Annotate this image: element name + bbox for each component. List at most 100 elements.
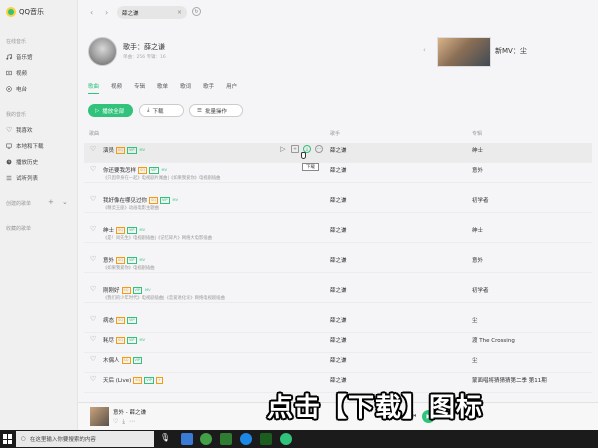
forward-arrow-icon[interactable]: › <box>105 8 108 17</box>
heart-icon[interactable]: ♡ <box>90 316 97 323</box>
browser-icon[interactable] <box>200 433 212 445</box>
heart-icon[interactable]: ♡ <box>90 226 97 233</box>
mv-thumbnail[interactable] <box>437 37 491 67</box>
song-album[interactable]: 绅士 <box>472 146 483 154</box>
tab-lyrics[interactable]: 歌词 <box>180 82 191 94</box>
tab-singers[interactable]: 歌手 <box>203 82 214 94</box>
table-row[interactable]: ♡ 病态 SQ VIP 薛之谦 尘 <box>84 313 592 333</box>
tab-playlists[interactable]: 歌单 <box>157 82 168 94</box>
song-artist[interactable]: 薛之谦 <box>330 256 347 264</box>
song-artist[interactable]: 薛之谦 <box>330 336 347 344</box>
song-title[interactable]: 刚刚好 SQ VIP MV <box>103 286 151 294</box>
heart-icon[interactable]: ♡ <box>113 418 118 426</box>
download-icon[interactable]: ⤓ <box>122 418 125 426</box>
heart-icon[interactable]: ♡ <box>90 166 97 173</box>
song-artist[interactable]: 薛之谦 <box>330 166 347 174</box>
qq-icon[interactable] <box>240 433 252 445</box>
chevron-left-icon[interactable]: ‹ <box>423 46 426 54</box>
song-album[interactable]: 意外 <box>472 256 483 264</box>
sidebar-item-video[interactable]: 视频 <box>6 68 72 78</box>
column-header-song[interactable]: 歌曲 <box>89 130 99 137</box>
tab-videos[interactable]: 视频 <box>111 82 122 94</box>
now-playing-cover[interactable] <box>90 407 109 426</box>
singer-name[interactable]: 歌手：薛之谦 <box>123 42 165 52</box>
table-row[interactable]: ♡ 耗尽 SQ VIP MV 薛之谦 渡 The Crossing <box>84 333 592 353</box>
song-title[interactable]: 意外 SQ VIP MV <box>103 256 146 264</box>
song-title[interactable]: 你还要我怎样 SQ VIP MV <box>103 166 168 174</box>
download-button[interactable]: ⤓ 下载 <box>139 104 184 117</box>
tab-albums[interactable]: 专辑 <box>134 82 145 94</box>
song-artist[interactable]: 薛之谦 <box>330 226 347 234</box>
song-title[interactable]: 天后 (Live) SQ VIP + <box>103 376 163 384</box>
song-title[interactable]: 演员 SQ VIP MV <box>103 146 146 154</box>
sidebar-item-favorites[interactable]: ♡ 我喜欢 <box>6 125 72 135</box>
song-album[interactable]: 渡 The Crossing <box>472 336 515 344</box>
qq-music-taskbar-icon[interactable] <box>280 433 292 445</box>
sidebar-item-trial-list[interactable]: 试听列表 <box>6 173 72 183</box>
collapse-icon[interactable]: ⌄ <box>62 198 68 206</box>
table-row[interactable]: ♡ 木偶人 SQ VIP 薛之谦 尘 <box>84 353 592 373</box>
column-header-artist[interactable]: 歌手 <box>330 130 340 137</box>
singer-avatar[interactable] <box>88 37 117 66</box>
table-row[interactable]: ♡ 我好像在哪见过你 SQ VIP MV 《精灵王座》动画电影主题曲 薛之谦 初学者 <box>84 193 592 213</box>
sidebar-item-music-hall[interactable]: 音乐馆 <box>6 52 72 62</box>
song-artist[interactable]: 薛之谦 <box>330 316 347 324</box>
song-album[interactable]: 蒙面唱将猜猜猜第二季 第11期 <box>472 376 547 384</box>
table-row[interactable]: ♡ 绅士 SQ VIP MV 《是！尚先生》电视剧插曲|《记忆碎片》网络大电影插曲 薛… <box>84 223 592 243</box>
search-input[interactable]: 薛之谦 × <box>117 6 187 19</box>
song-title[interactable]: 病态 SQ VIP <box>103 316 137 324</box>
heart-icon[interactable]: ♡ <box>90 356 97 363</box>
radio-icon <box>6 86 12 92</box>
song-album[interactable]: 尘 <box>472 316 478 324</box>
song-artist[interactable]: 薛之谦 <box>330 376 347 384</box>
table-row[interactable]: ♡ 演员 SQ VIP MV ▷ + ⤓ ⋯ 薛之谦 绅士 <box>84 143 592 163</box>
heart-icon[interactable]: ♡ <box>90 196 97 203</box>
song-album[interactable]: 初学者 <box>472 286 489 294</box>
microphone-icon[interactable]: 🎙 <box>160 433 172 445</box>
back-arrow-icon[interactable]: ‹ <box>90 8 93 17</box>
song-title[interactable]: 我好像在哪见过你 SQ VIP MV <box>103 196 179 204</box>
play-icon[interactable]: ▷ <box>279 145 287 153</box>
heart-icon[interactable]: ♡ <box>90 336 97 343</box>
column-header-album[interactable]: 专辑 <box>472 130 482 137</box>
app-logo[interactable]: QQ音乐 <box>6 7 44 17</box>
heart-icon[interactable]: ♡ <box>90 286 97 293</box>
task-view-icon[interactable] <box>181 433 193 445</box>
refresh-icon[interactable]: ↻ <box>192 7 201 16</box>
song-artist[interactable]: 薛之谦 <box>330 196 347 204</box>
sidebar-item-history[interactable]: 播放历史 <box>6 157 72 167</box>
sidebar-item-radio[interactable]: 电台 <box>6 84 72 94</box>
taskbar-search-input[interactable]: ○ 在这里输入你要搜索的内容 <box>16 431 154 447</box>
wechat-icon[interactable] <box>220 433 232 445</box>
table-row[interactable]: ♡ 意外 SQ VIP MV 《如果我爱你》电视剧插曲 薛之谦 意外 <box>84 253 592 273</box>
song-title[interactable]: 耗尽 SQ VIP MV <box>103 336 146 344</box>
windows-start-icon[interactable] <box>3 434 13 444</box>
excel-icon[interactable] <box>260 433 272 445</box>
add-playlist-icon[interactable]: + <box>48 198 54 206</box>
table-row[interactable]: ♡ 你还要我怎样 SQ VIP MV 《只因单身在一起》电视剧片尾曲|《如果我爱你》电… <box>84 163 592 183</box>
table-row[interactable]: ♡ 刚刚好 SQ VIP MV 《我们的少年时代》电视剧插曲|《恋爱进化论》网络电视剧… <box>84 283 592 303</box>
song-artist[interactable]: 薛之谦 <box>330 286 347 294</box>
batch-operation-button[interactable]: ☰ 批量操作 <box>189 104 243 117</box>
tab-users[interactable]: 用户 <box>226 82 237 94</box>
tab-songs[interactable]: 歌曲 <box>88 82 100 94</box>
more-icon[interactable]: ⋯ <box>315 145 323 153</box>
heart-icon[interactable]: ♡ <box>90 376 97 383</box>
song-artist[interactable]: 薛之谦 <box>330 356 347 364</box>
close-icon[interactable]: × <box>177 9 182 16</box>
song-album[interactable]: 初学者 <box>472 196 489 204</box>
song-album[interactable]: 绅士 <box>472 226 483 234</box>
add-to-playlist-icon[interactable]: + <box>291 145 299 153</box>
heart-icon[interactable]: ♡ <box>90 146 97 153</box>
song-album[interactable]: 尘 <box>472 356 478 364</box>
song-title[interactable]: 木偶人 SQ VIP <box>103 356 143 364</box>
more-icon[interactable]: ⋯ <box>129 418 135 426</box>
play-all-button[interactable]: ▷ 播放全部 <box>88 104 133 117</box>
sidebar-item-local-download[interactable]: 本地和下载 <box>6 141 72 151</box>
song-artist[interactable]: 薛之谦 <box>330 146 347 154</box>
song-album[interactable]: 意外 <box>472 166 483 174</box>
new-mv-label[interactable]: 新MV：尘 <box>495 46 527 56</box>
heart-icon[interactable]: ♡ <box>90 256 97 263</box>
song-title[interactable]: 绅士 SQ VIP MV <box>103 226 146 234</box>
now-playing-title[interactable]: 意外 - 薛之谦 <box>113 408 146 416</box>
